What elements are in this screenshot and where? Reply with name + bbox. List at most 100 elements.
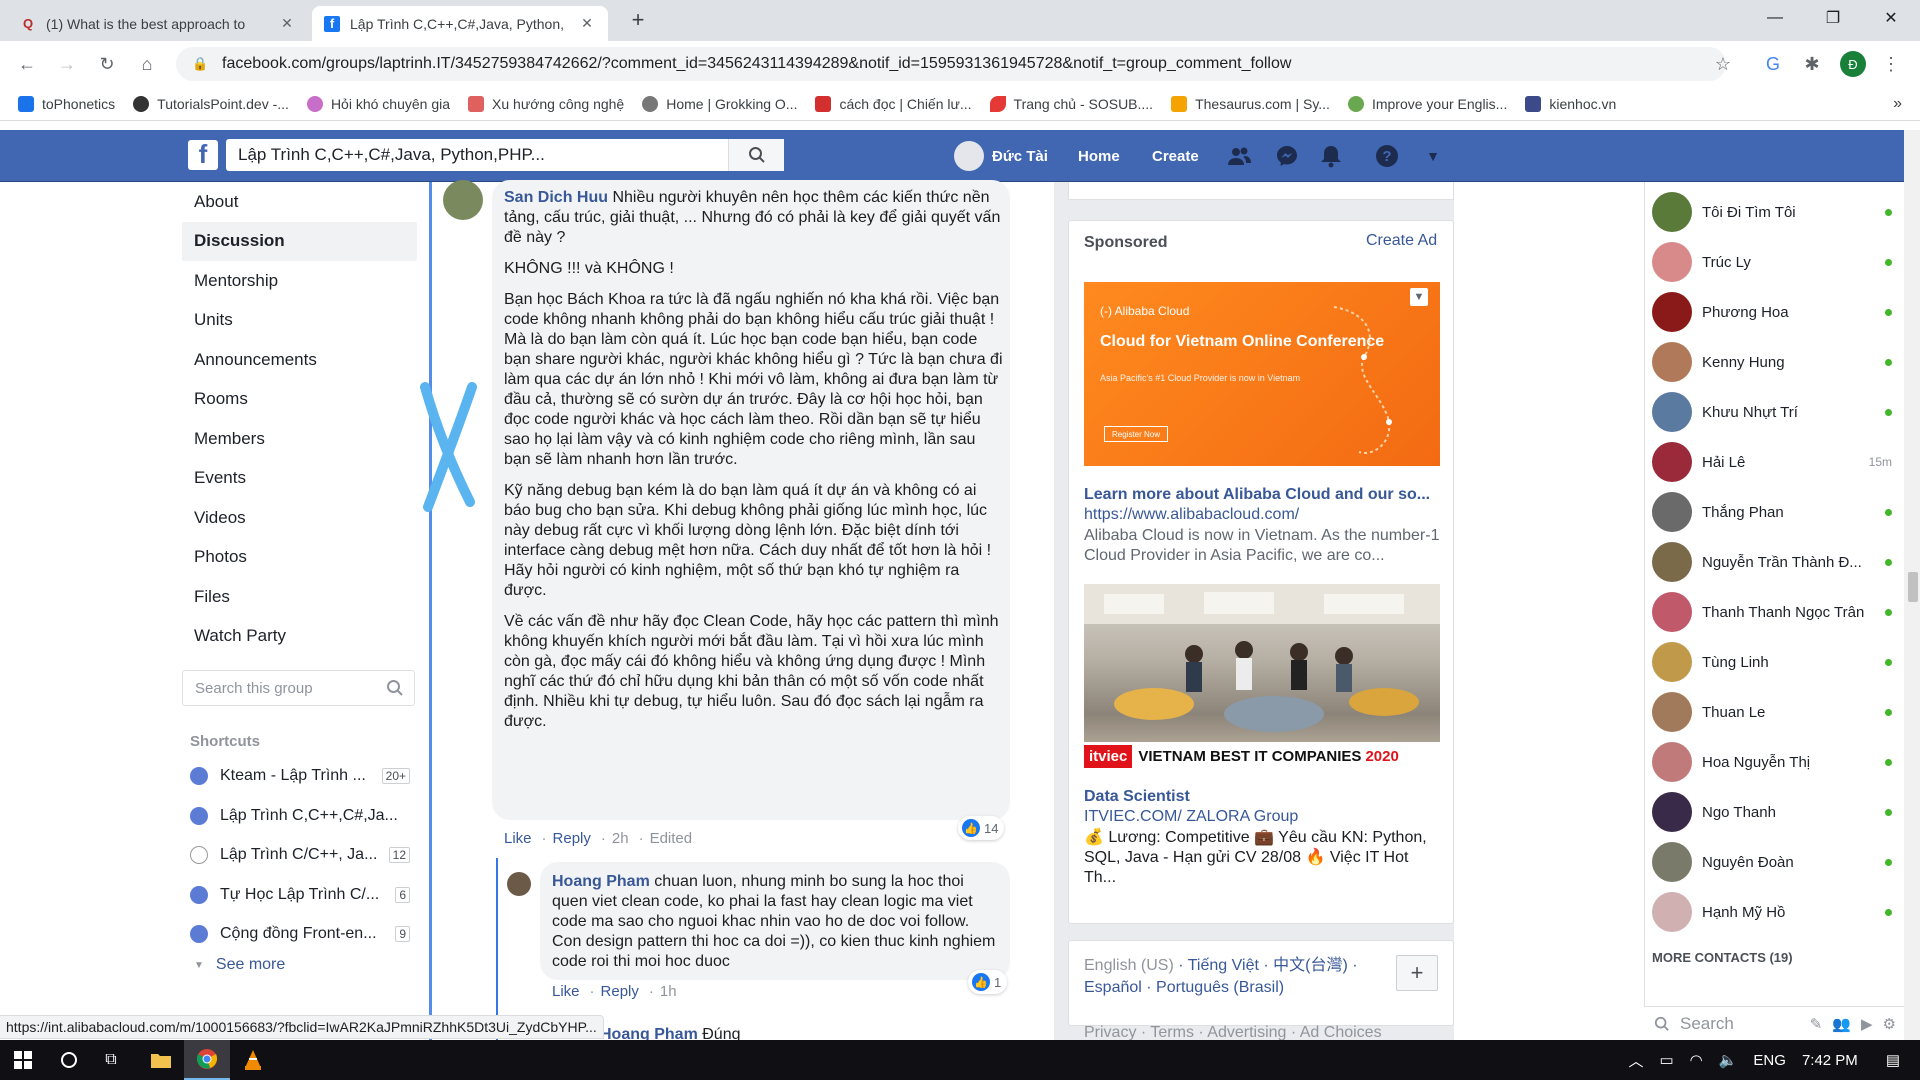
reply-time[interactable]: 1h	[660, 983, 677, 1000]
chat-contact[interactable]: Trúc Ly	[1652, 240, 1892, 284]
vlc-icon[interactable]	[230, 1040, 276, 1080]
chat-contact[interactable]: Thuan Le	[1652, 690, 1892, 734]
bookmarks-overflow-button[interactable]: »	[1893, 95, 1902, 113]
chevron-up-icon[interactable]: ︿	[1628, 1050, 1643, 1071]
nav-mentorship[interactable]: Mentorship	[182, 261, 417, 301]
group-search-input[interactable]: Search this group	[182, 670, 415, 706]
new-group-icon[interactable]: 👥	[1832, 1015, 1851, 1033]
nav-announcements[interactable]: Announcements	[182, 340, 417, 380]
action-center-icon[interactable]: ▤	[1886, 1051, 1900, 1069]
ad-image[interactable]: itviec VIETNAM BEST IT COMPANIES 2020	[1084, 584, 1440, 770]
bookmark-item[interactable]: toPhonetics	[18, 95, 115, 112]
shortcut-item[interactable]: Kteam - Lập Trình ... 20+	[190, 762, 410, 790]
facebook-search[interactable]: Lập Trình C,C++,C#,Java, Python,PHP...	[226, 139, 784, 171]
clock[interactable]: 7:42 PM	[1802, 1052, 1858, 1069]
facebook-logo[interactable]: f	[188, 140, 218, 170]
chat-contact[interactable]: Kenny Hung	[1652, 340, 1892, 384]
search-button[interactable]	[728, 139, 784, 171]
ad-url[interactable]: https://www.alibabacloud.com/	[1084, 506, 1299, 524]
chat-contact[interactable]: Tôi Đi Tìm Tôi	[1652, 190, 1892, 234]
user-avatar[interactable]	[954, 141, 984, 171]
friends-icon[interactable]	[1226, 143, 1252, 169]
shortcut-item[interactable]: Lập Trình C,C++,C#,Ja...	[190, 802, 410, 830]
extensions-icon[interactable]: ✱	[1797, 49, 1827, 79]
close-window-icon[interactable]: ✕	[1868, 0, 1914, 36]
shortcut-item[interactable]: Cộng đồng Front-en... 9	[190, 920, 410, 948]
language-link[interactable]: 中文(台灣)	[1273, 957, 1348, 974]
shortcut-item[interactable]: Lập Trình C/C++, Ja... 12	[190, 841, 410, 869]
browser-tab-active[interactable]: f Lập Trình C,C++,C#,Java, Python, ✕	[312, 6, 608, 41]
close-tab-icon[interactable]: ✕	[278, 15, 296, 32]
chat-contact[interactable]: Tùng Linh	[1652, 640, 1892, 684]
chat-contact[interactable]: Thanh Thanh Ngọc Trân	[1652, 590, 1892, 634]
chat-contact[interactable]: Nguyên Đoàn	[1652, 840, 1892, 884]
home-link[interactable]: Home	[1078, 130, 1120, 182]
close-tab-icon[interactable]: ✕	[578, 15, 596, 32]
bookmark-item[interactable]: Thesaurus.com | Sy...	[1171, 95, 1330, 112]
nav-videos[interactable]: Videos	[182, 498, 417, 538]
search-input[interactable]: Lập Trình C,C++,C#,Java, Python,PHP...	[226, 145, 728, 165]
task-view-icon[interactable]: ⧉	[88, 1040, 134, 1080]
chrome-icon[interactable]	[184, 1040, 230, 1080]
new-tab-button[interactable]: +	[624, 6, 652, 34]
nav-photos[interactable]: Photos	[182, 538, 417, 578]
chat-contact[interactable]: Hải Lê 15m	[1652, 440, 1892, 484]
cortana-search-icon[interactable]	[46, 1040, 92, 1080]
chat-contact[interactable]: Phương Hoa	[1652, 290, 1892, 334]
chat-search[interactable]: Search ✎ 👥 ▶ ⚙	[1644, 1006, 1904, 1040]
bookmark-item[interactable]: kienhoc.vn	[1525, 95, 1616, 112]
chat-contact[interactable]: Khưu Nhựt Trí	[1652, 390, 1892, 434]
bookmark-item[interactable]: Trang chủ - SOSUB....	[989, 95, 1153, 112]
chevron-down-icon[interactable]: ▼	[1410, 288, 1428, 306]
reaction-count[interactable]: 👍 14	[958, 816, 1005, 840]
scrollbar-thumb[interactable]	[1908, 572, 1918, 602]
nav-members[interactable]: Members	[182, 419, 417, 459]
add-language-button[interactable]: +	[1396, 955, 1438, 991]
profile-link[interactable]: Đức Tài	[992, 130, 1048, 182]
like-button[interactable]: Like	[504, 830, 532, 847]
bookmark-item[interactable]: Xu hướng công nghệ	[468, 95, 624, 112]
like-button[interactable]: Like	[552, 983, 580, 1000]
bookmark-item[interactable]: TutorialsPoint.dev -...	[133, 95, 289, 112]
reply-button[interactable]: Reply	[553, 830, 591, 847]
reply-button[interactable]: Reply	[601, 983, 639, 1000]
see-more-link[interactable]: ▼ See more	[194, 956, 285, 974]
language-link[interactable]: Tiếng Việt	[1188, 957, 1259, 974]
gear-icon[interactable]: ⚙	[1883, 1015, 1896, 1033]
battery-icon[interactable]: ▭	[1659, 1051, 1673, 1069]
browser-tab[interactable]: Q (1) What is the best approach to ✕	[8, 6, 308, 41]
bookmark-item[interactable]: Hỏi khó chuyên gia	[306, 95, 450, 112]
nav-events[interactable]: Events	[182, 459, 417, 499]
chat-contact[interactable]: Ngo Thanh	[1652, 790, 1892, 834]
ad-title[interactable]: Data Scientist	[1084, 788, 1440, 806]
comment-author[interactable]: San Dich Huu	[504, 189, 608, 206]
language-link[interactable]: Português (Brasil)	[1156, 979, 1284, 996]
nav-units[interactable]: Units	[182, 301, 417, 341]
ad-image[interactable]: (-) Alibaba Cloud Cloud for Vietnam Onli…	[1084, 282, 1440, 466]
reply-author[interactable]: Hoang Pham	[552, 873, 650, 890]
windows-start-icon[interactable]	[0, 1040, 46, 1080]
chat-contact[interactable]: Hoa Nguyễn Thị	[1652, 740, 1892, 784]
reaction-count[interactable]: 👍 1	[968, 970, 1008, 994]
volume-icon[interactable]: 🔈	[1719, 1051, 1738, 1069]
ad-title[interactable]: Learn more about Alibaba Cloud and our s…	[1084, 486, 1440, 504]
help-icon[interactable]: ?	[1374, 143, 1400, 169]
ad-url[interactable]: ITVIEC.COM/ ZALORA Group	[1084, 808, 1298, 826]
avatar[interactable]	[443, 180, 483, 220]
comment-time[interactable]: 2h	[612, 830, 629, 847]
language-link[interactable]: Español	[1084, 979, 1142, 996]
notifications-bell-icon[interactable]	[1318, 143, 1344, 169]
address-bar[interactable]: 🔒 facebook.com/groups/laptrinh.IT/345275…	[176, 47, 1726, 81]
nav-watch-party[interactable]: Watch Party	[182, 617, 417, 657]
bookmark-item[interactable]: cách đọc | Chiến lư...	[815, 95, 972, 112]
shortcut-item[interactable]: Tự Học Lập Trình C/... 6	[190, 881, 410, 909]
bookmark-item[interactable]: Home | Grokking O...	[642, 95, 797, 112]
avatar[interactable]	[507, 872, 531, 896]
minimize-icon[interactable]: —	[1752, 0, 1798, 36]
bookmark-star-icon[interactable]: ☆	[1708, 49, 1738, 79]
nav-discussion[interactable]: Discussion	[182, 221, 417, 261]
video-call-icon[interactable]: ▶	[1861, 1015, 1873, 1033]
new-message-icon[interactable]: ✎	[1810, 1015, 1823, 1033]
translate-icon[interactable]: G	[1758, 49, 1788, 79]
reload-icon[interactable]: ↻	[92, 49, 122, 79]
